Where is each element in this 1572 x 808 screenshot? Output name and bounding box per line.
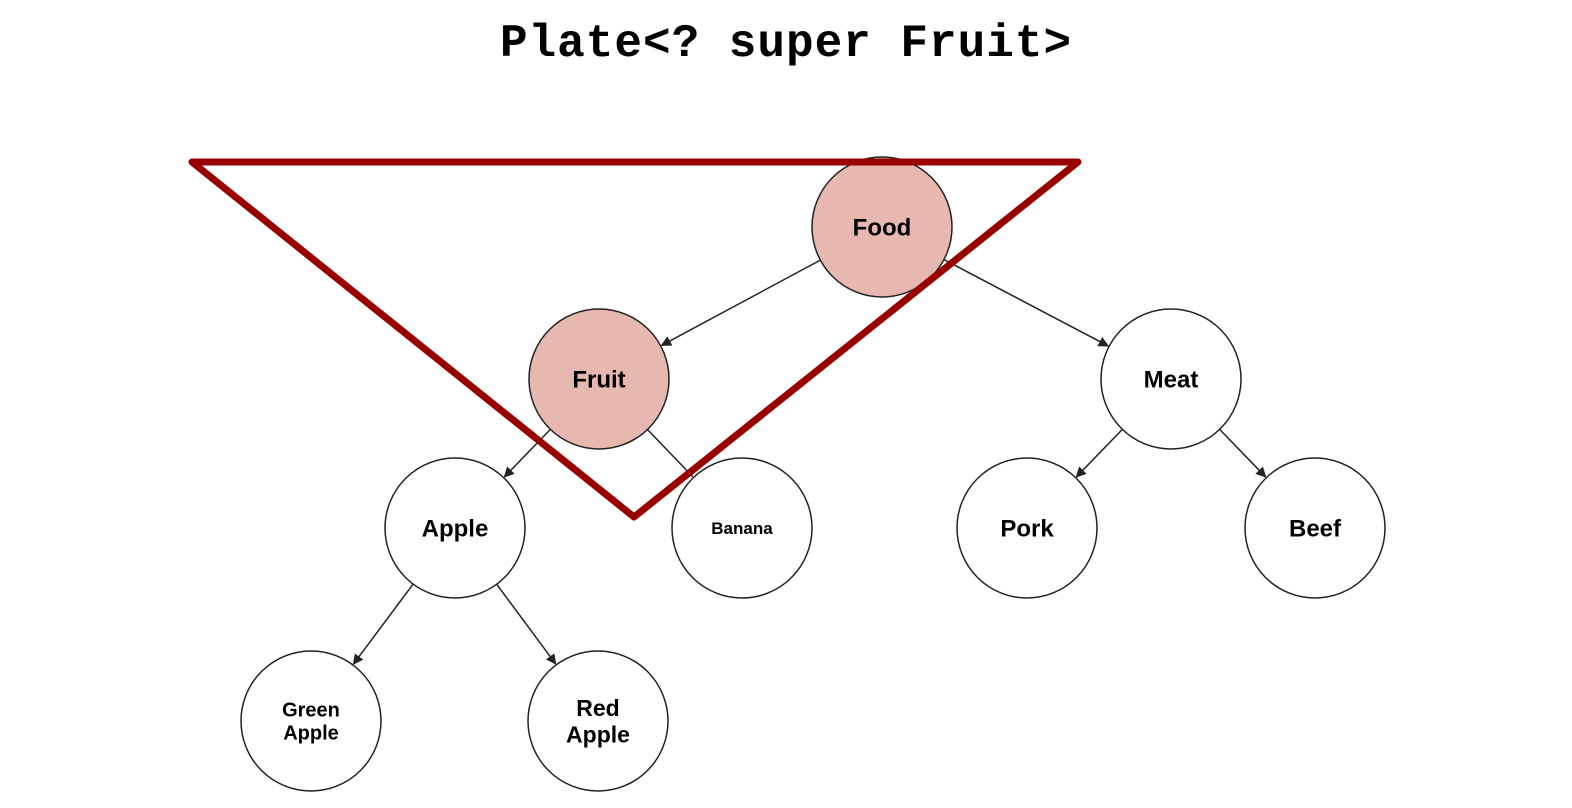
edge-meat-to-beef: [1219, 428, 1267, 478]
node-banana: Banana: [671, 457, 813, 599]
node-meat: Meat: [1100, 308, 1242, 450]
node-label: Red: [576, 695, 619, 721]
edge-fruit-to-banana: [646, 428, 694, 478]
node-label: Food: [853, 214, 912, 241]
node-red-apple: RedApple: [527, 650, 669, 792]
node-label: Fruit: [572, 366, 625, 393]
node-pork: Pork: [956, 457, 1098, 599]
nodes-layer: FoodFruit MeatApple Banana Pork BeefGreenApp…: [240, 156, 1386, 792]
edges-layer: [352, 258, 1267, 665]
edge-food-to-meat: [943, 258, 1110, 347]
node-label: Apple: [422, 515, 489, 542]
node-beef: Beef: [1244, 457, 1386, 599]
node-label: Apple: [566, 721, 630, 747]
edge-fruit-to-apple: [503, 428, 551, 478]
type-hierarchy-diagram: FoodFruit MeatApple Banana Pork BeefGreenApp…: [188, 156, 1386, 792]
node-label: Beef: [1289, 515, 1342, 542]
edge-apple-to-red-apple: [496, 583, 557, 665]
node-label: Apple: [283, 723, 339, 745]
node-label: Meat: [1144, 366, 1199, 393]
edge-apple-to-green-apple: [352, 583, 414, 665]
edge-meat-to-pork: [1075, 428, 1123, 478]
edge-food-to-fruit: [660, 259, 821, 347]
node-label: Pork: [1000, 515, 1054, 542]
node-label: Banana: [711, 519, 773, 538]
node-label: Green: [282, 700, 340, 722]
node-fruit: Fruit: [528, 308, 670, 450]
node-green-apple: GreenApple: [240, 650, 382, 792]
node-apple: Apple: [384, 457, 526, 599]
